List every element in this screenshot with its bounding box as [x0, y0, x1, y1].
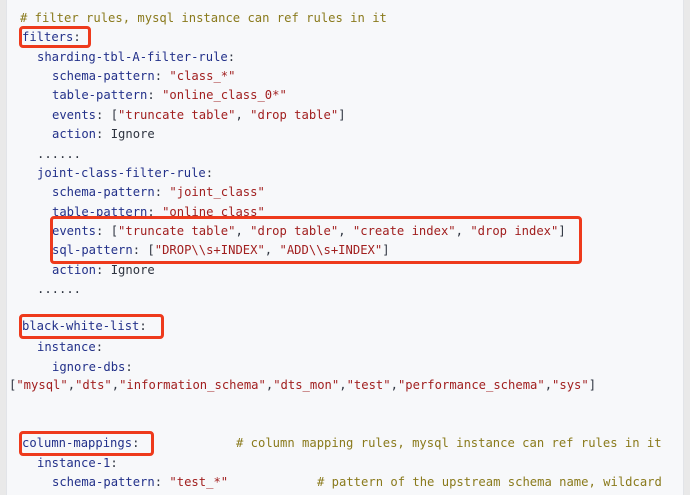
value-db: "performance_schema"	[397, 378, 545, 392]
value-db: "dts"	[75, 378, 112, 392]
value-schema-pattern: "class_*"	[169, 69, 236, 83]
key-schema-pattern: schema-pattern	[52, 185, 155, 199]
value-schema-pattern: "joint_class"	[169, 185, 265, 199]
value-event: "drop index"	[470, 224, 559, 238]
value-sql-pattern: "ADD\\s+INDEX"	[279, 243, 383, 257]
value-db: "sys"	[552, 378, 589, 392]
value-sql-pattern: "DROP\\s+INDEX"	[154, 243, 265, 257]
code-line-19: ["mysql","dts","information_schema","dts…	[9, 378, 597, 392]
key-instance: instance	[37, 340, 96, 354]
code-line-9: joint-class-filter-rule:	[37, 166, 214, 180]
comment-filter-rules: # filter rules, mysql instance can ref r…	[20, 11, 387, 25]
value-event: "drop table"	[250, 108, 339, 122]
key-schema-pattern: schema-pattern	[52, 475, 155, 489]
value-db: "information_schema"	[119, 378, 266, 392]
value-action: Ignore	[110, 263, 155, 277]
code-line-13: sql-pattern: ["DROP\\s+INDEX", "ADD\\s+I…	[52, 243, 390, 257]
value-event: "drop table"	[250, 224, 339, 238]
code-line-10: schema-pattern: "joint_class"	[52, 185, 265, 199]
comment-column-mapping: # column mapping rules, mysql instance c…	[236, 436, 662, 450]
code-line-8: ......	[37, 145, 81, 164]
code-line-15: ......	[37, 280, 81, 299]
screenshot-frame: # filter rules, mysql instance can ref r…	[0, 0, 690, 495]
value-event: "create index"	[352, 224, 456, 238]
ellipsis: ......	[37, 147, 82, 161]
value-schema-pattern: "test_*"	[169, 475, 229, 489]
code-line-3: sharding-tbl-A-filter-rule:	[37, 50, 236, 64]
key-events: events	[52, 224, 97, 238]
code-line-20: column-mappings:	[22, 436, 140, 450]
key-table-pattern: table-pattern	[52, 205, 148, 219]
key-column-mappings: column-mappings	[22, 436, 133, 450]
value-action: Ignore	[110, 127, 155, 141]
value-event: "truncate table"	[118, 108, 236, 122]
value-db: "test"	[346, 378, 391, 392]
code-line-22-comment: # pattern of the upstream schema name, w…	[317, 473, 662, 492]
code-line-6: events: ["truncate table", "drop table"]	[52, 108, 346, 122]
code-line-4: schema-pattern: "class_*"	[52, 69, 236, 83]
value-table-pattern: "online_class"	[162, 205, 265, 219]
code-line-12: events: ["truncate table", "drop table",…	[52, 224, 566, 238]
code-line-1: # filter rules, mysql instance can ref r…	[20, 9, 387, 28]
key-events: events	[52, 108, 97, 122]
value-db: "dts_mon"	[273, 378, 340, 392]
comment-upstream-pattern: # pattern of the upstream schema name, w…	[317, 475, 662, 489]
code-line-22: schema-pattern: "test_*"	[52, 475, 229, 489]
key-sharding-rule: sharding-tbl-A-filter-rule	[37, 50, 228, 64]
code-line-16: black-white-list:	[22, 319, 147, 333]
key-filters: filters	[22, 30, 74, 44]
code-line-14: action: Ignore	[52, 263, 155, 277]
key-action: action	[52, 263, 97, 277]
value-db: "mysql"	[16, 378, 68, 392]
key-joint-class-rule: joint-class-filter-rule	[37, 166, 206, 180]
code-line-21: instance-1:	[37, 456, 118, 470]
ellipsis: ......	[37, 282, 82, 296]
key-action: action	[52, 127, 97, 141]
code-line-7: action: Ignore	[52, 127, 155, 141]
code-line-18: ignore-dbs:	[52, 360, 133, 374]
yaml-code-block: # filter rules, mysql instance can ref r…	[6, 0, 684, 495]
value-event: "truncate table"	[118, 224, 236, 238]
code-line-17: instance:	[37, 340, 104, 354]
key-schema-pattern: schema-pattern	[52, 69, 155, 83]
key-ignore-dbs: ignore-dbs	[52, 360, 126, 374]
key-instance-1: instance-1	[37, 456, 111, 470]
key-black-white-list: black-white-list	[22, 319, 140, 333]
code-line-5: table-pattern: "online_class_0*"	[52, 88, 287, 102]
value-table-pattern: "online_class_0*"	[162, 88, 287, 102]
code-line-11: table-pattern: "online_class"	[52, 205, 265, 219]
key-sql-pattern: sql-pattern	[52, 243, 133, 257]
key-table-pattern: table-pattern	[52, 88, 148, 102]
code-line-2: filters:	[22, 30, 81, 44]
code-line-20-comment: # column mapping rules, mysql instance c…	[236, 434, 662, 453]
